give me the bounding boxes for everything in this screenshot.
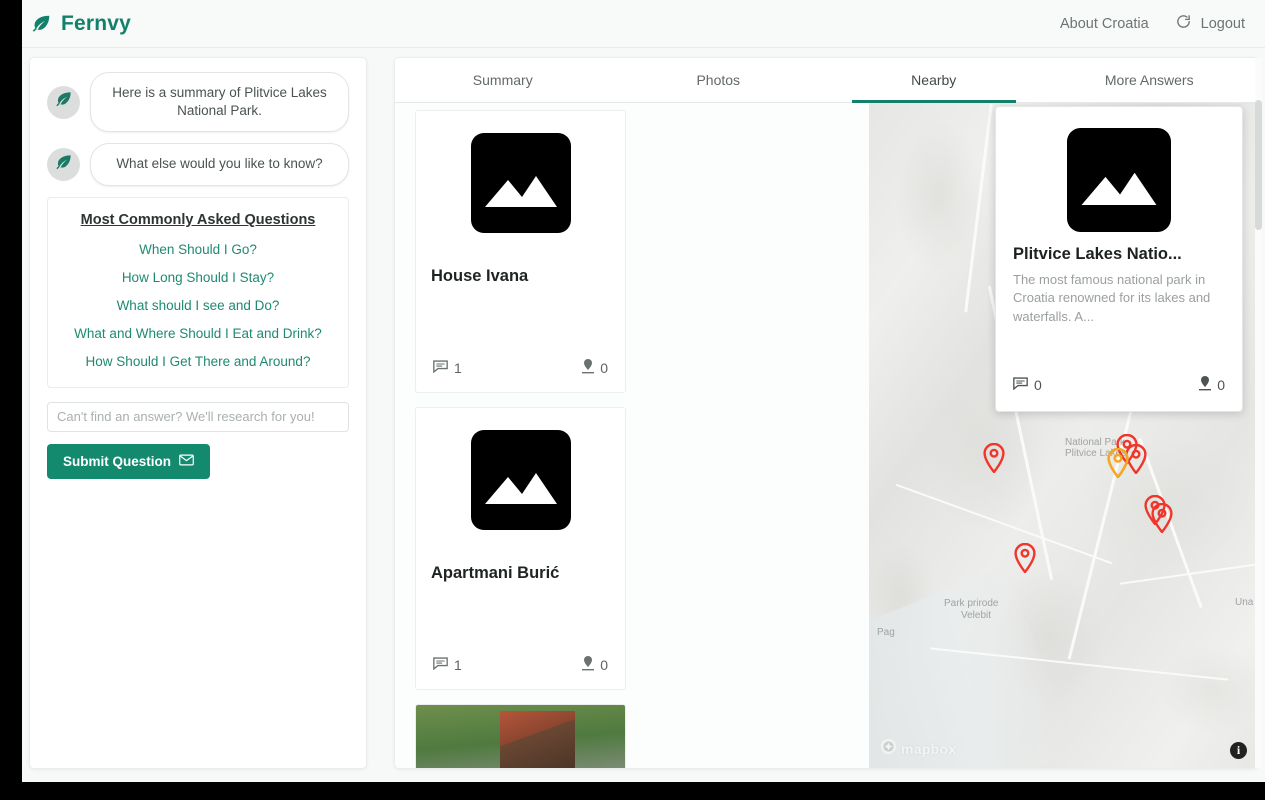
chat-message: What else would you like to know? bbox=[47, 143, 349, 185]
comment-stat: 0 bbox=[1013, 377, 1042, 393]
comment-icon bbox=[433, 657, 448, 673]
faq-item[interactable]: What and Where Should I Eat and Drink? bbox=[58, 326, 338, 341]
leaf-icon bbox=[54, 90, 73, 114]
about-croatia-link[interactable]: About Croatia bbox=[1060, 16, 1149, 32]
broken-image-icon bbox=[1067, 128, 1171, 232]
comment-icon bbox=[433, 360, 448, 376]
broken-image-icon bbox=[471, 430, 571, 530]
leaf-icon bbox=[30, 13, 52, 35]
card-title: Apartmani Burić bbox=[416, 551, 625, 583]
brand-name: Fernvy bbox=[61, 12, 131, 36]
chat-bubble: Here is a summary of Plitvice Lakes Nati… bbox=[90, 72, 349, 132]
info-icon[interactable]: i bbox=[1230, 742, 1247, 759]
nearby-map[interactable]: Korenica National Park Plitvice Lakes Pa… bbox=[869, 103, 1258, 769]
comment-stat: 1 bbox=[433, 657, 462, 673]
app-header: Fernvy About Croatia Logout bbox=[22, 0, 1265, 48]
nearby-cards-list[interactable]: House Ivana 1 bbox=[395, 103, 869, 769]
main-panel: Summary Photos Nearby More Answers House… bbox=[394, 57, 1258, 769]
comment-count: 1 bbox=[454, 657, 462, 673]
faq-panel: Most Commonly Asked Questions When Shoul… bbox=[47, 197, 349, 388]
leaf-icon bbox=[54, 153, 73, 177]
question-input[interactable] bbox=[47, 402, 349, 432]
popup-stats: 0 0 bbox=[1013, 376, 1225, 398]
nearby-card[interactable]: Rastoke Waterfalls 1 bbox=[415, 704, 626, 769]
tab-nearby[interactable]: Nearby bbox=[826, 58, 1042, 102]
faq-item[interactable]: When Should I Go? bbox=[58, 242, 338, 257]
pin-count: 0 bbox=[600, 657, 608, 673]
tab-summary[interactable]: Summary bbox=[395, 58, 611, 102]
mapbox-wordmark: mapbox bbox=[901, 741, 956, 757]
faq-item[interactable]: How Long Should I Stay? bbox=[58, 270, 338, 285]
mapbox-attribution[interactable]: mapbox bbox=[880, 738, 956, 760]
pin-count: 0 bbox=[1217, 377, 1225, 393]
popup-title: Plitvice Lakes Natio... bbox=[1013, 245, 1225, 264]
map-pin-icon bbox=[582, 359, 594, 377]
pin-stat: 0 bbox=[1199, 376, 1225, 394]
map-marker-highlight[interactable] bbox=[1107, 448, 1129, 478]
map-marker[interactable] bbox=[983, 443, 1005, 473]
chat-bubble: What else would you like to know? bbox=[90, 143, 349, 185]
card-image-placeholder bbox=[416, 408, 625, 551]
chat-message: Here is a summary of Plitvice Lakes Nati… bbox=[47, 72, 349, 132]
nearby-card[interactable]: Apartmani Burić 1 bbox=[415, 407, 626, 690]
page-scrollbar-thumb[interactable] bbox=[1255, 100, 1262, 230]
tab-photos[interactable]: Photos bbox=[611, 58, 827, 102]
card-stats: 1 0 bbox=[416, 656, 625, 689]
mapbox-logo-icon bbox=[880, 738, 897, 760]
nearby-card[interactable]: House Ivana 1 bbox=[415, 110, 626, 393]
logout-label: Logout bbox=[1201, 16, 1245, 32]
envelope-icon bbox=[179, 454, 194, 469]
comment-icon bbox=[1013, 377, 1028, 393]
submit-question-button[interactable]: Submit Question bbox=[47, 444, 210, 479]
submit-question-label: Submit Question bbox=[63, 454, 171, 469]
comment-stat: 1 bbox=[433, 360, 462, 376]
pin-count: 0 bbox=[600, 360, 608, 376]
pin-stat: 0 bbox=[582, 656, 608, 674]
broken-image-icon bbox=[471, 133, 571, 233]
page-scrollbar[interactable] bbox=[1255, 58, 1262, 768]
header-actions: About Croatia Logout bbox=[1060, 13, 1245, 35]
faq-item[interactable]: What should I see and Do? bbox=[58, 298, 338, 313]
chat-sidebar: Here is a summary of Plitvice Lakes Nati… bbox=[29, 57, 367, 769]
popup-image-placeholder bbox=[1013, 120, 1225, 245]
avatar bbox=[47, 148, 80, 181]
map-popup[interactable]: Plitvice Lakes Natio... The most famous … bbox=[995, 106, 1243, 412]
popup-description: The most famous national park in Croatia… bbox=[1013, 271, 1225, 326]
map-marker[interactable] bbox=[1014, 543, 1036, 573]
map-pin-icon bbox=[582, 656, 594, 674]
card-image-placeholder bbox=[416, 111, 625, 254]
card-title: House Ivana bbox=[416, 254, 625, 286]
card-photo bbox=[416, 705, 625, 769]
faq-item[interactable]: How Should I Get There and Around? bbox=[58, 354, 338, 369]
tab-more-answers[interactable]: More Answers bbox=[1042, 58, 1258, 102]
faq-title: Most Commonly Asked Questions bbox=[58, 212, 338, 228]
app-window: Fernvy About Croatia Logout bbox=[22, 0, 1265, 782]
avatar bbox=[47, 86, 80, 119]
tab-content-nearby: House Ivana 1 bbox=[395, 103, 1258, 769]
tab-bar: Summary Photos Nearby More Answers bbox=[395, 58, 1257, 103]
brand-logo[interactable]: Fernvy bbox=[30, 12, 131, 36]
refresh-circle-icon bbox=[1175, 13, 1192, 35]
comment-count: 1 bbox=[454, 360, 462, 376]
card-stats: 1 0 bbox=[416, 359, 625, 392]
comment-count: 0 bbox=[1034, 377, 1042, 393]
map-pin-icon bbox=[1199, 376, 1211, 394]
pin-stat: 0 bbox=[582, 359, 608, 377]
logout-button[interactable]: Logout bbox=[1175, 13, 1245, 35]
map-marker[interactable] bbox=[1151, 503, 1173, 533]
